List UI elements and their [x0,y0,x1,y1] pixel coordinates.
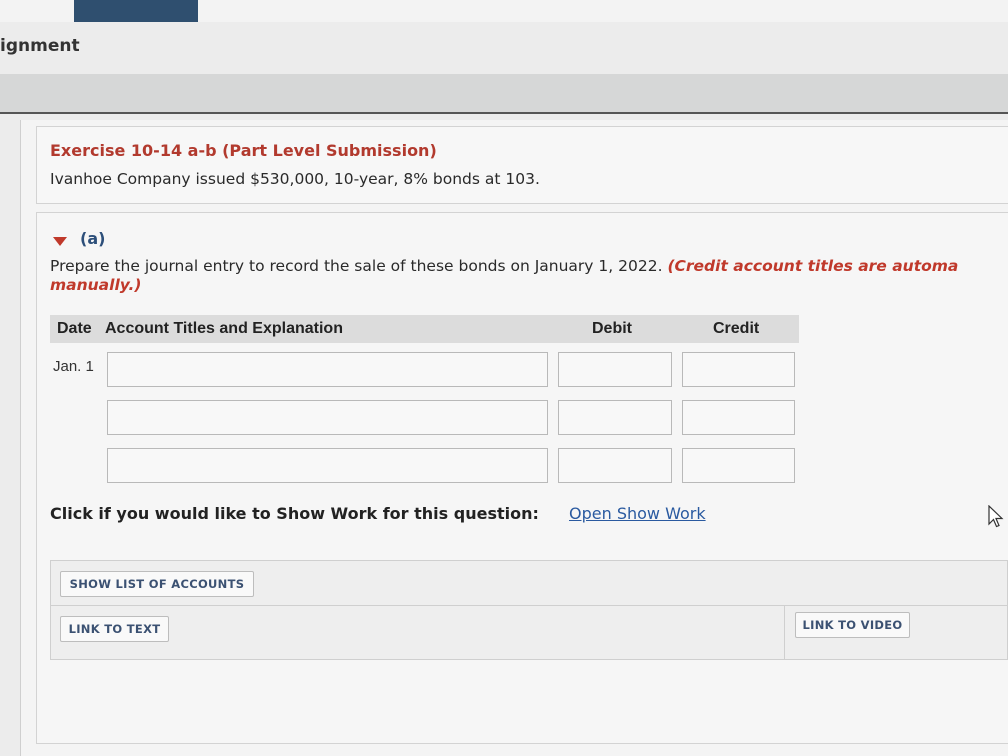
nav-tab-active[interactable] [74,0,198,22]
link-to-video-button[interactable]: LINK TO VIDEO [795,612,910,638]
mouse-pointer-icon [988,505,1004,528]
date-value: Jan. 1 [53,358,94,375]
instruction-note: (Credit account titles are automa [667,257,959,275]
credit-input-2[interactable] [682,400,795,435]
header-credit: Credit [713,320,760,337]
divider [50,605,1008,606]
show-list-of-accounts-button[interactable]: SHOW LIST OF ACCOUNTS [60,571,254,597]
account-title-input-1[interactable] [107,352,548,387]
account-title-input-2[interactable] [107,400,548,435]
debit-input-2[interactable] [558,400,672,435]
show-work-prompt: Click if you would like to Show Work for… [50,504,539,523]
credit-input-1[interactable] [682,352,795,387]
instruction-note-2: manually.) [50,276,142,294]
debit-input-1[interactable] [558,352,672,387]
header-account: Account Titles and Explanation [105,320,343,337]
part-label[interactable]: (a) [80,229,105,248]
instruction-text: Prepare the journal entry to record the … [50,257,663,275]
assignment-title: ignment [0,36,80,56]
exercise-title: Exercise 10-14 a-b (Part Level Submissio… [50,141,437,160]
credit-input-3[interactable] [682,448,795,483]
divider [784,605,785,660]
nav-tab[interactable] [210,0,318,22]
top-nav [0,0,1008,22]
exercise-header [36,126,1008,204]
page: ignment Exercise 10-14 a-b (Part Level S… [0,0,1008,756]
caret-down-icon[interactable] [53,237,67,246]
nav-tab[interactable] [0,0,62,22]
exercise-description: Ivanhoe Company issued $530,000, 10-year… [50,170,540,188]
debit-input-3[interactable] [558,448,672,483]
divider [0,112,1008,114]
link-to-text-button[interactable]: LINK TO TEXT [60,616,169,642]
account-title-input-3[interactable] [107,448,548,483]
part-instruction: Prepare the journal entry to record the … [50,257,1008,295]
nav-tab[interactable] [402,0,642,22]
nav-tab[interactable] [330,0,390,22]
toolbar-band [0,74,1008,112]
header-debit: Debit [592,320,632,337]
open-show-work-link[interactable]: Open Show Work [569,504,706,523]
header-date: Date [57,320,92,337]
